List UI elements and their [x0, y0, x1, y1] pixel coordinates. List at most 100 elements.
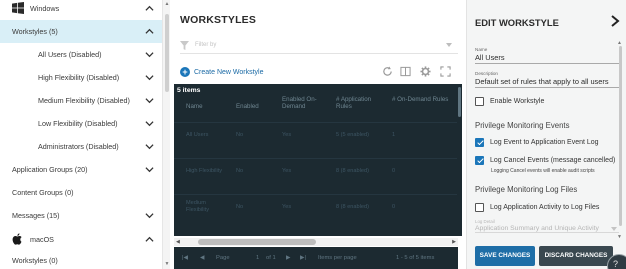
- nav-item[interactable]: High Flexibility (Disabled): [0, 66, 162, 89]
- nav-item-label: Workstyles (0): [12, 256, 58, 265]
- log-detail-value: Application Summary and Unique Activity: [475, 225, 599, 232]
- filter-icon: [180, 41, 189, 50]
- page-number-input[interactable]: 1: [256, 255, 259, 261]
- table-cell: No: [236, 132, 244, 138]
- nav-item[interactable]: Low Flexibility (Disabled): [0, 112, 162, 135]
- grid-item-count: 5 items: [177, 87, 201, 94]
- workstyles-panel: WORKSTYLES Filter by + Create New Workst…: [170, 0, 462, 269]
- log-cancel-note: Logging Cancel events will enable audit …: [491, 168, 595, 174]
- scroll-right-arrow-icon[interactable]: ▶: [452, 238, 456, 246]
- enable-workstyle-checkbox[interactable]: Enable Workstyle: [475, 95, 544, 107]
- help-icon[interactable]: ?: [607, 254, 626, 269]
- chevron-down-icon[interactable]: [145, 119, 154, 128]
- table-row[interactable]: High Flexibility No Yes 8 (8 enabled) 0: [174, 158, 458, 187]
- checkbox-checked-icon[interactable]: [475, 155, 484, 165]
- table-cell: All Users: [186, 132, 209, 138]
- nav-item-label: macOS: [30, 235, 54, 244]
- name-field-label: Name: [475, 47, 488, 52]
- columns-icon[interactable]: [400, 66, 411, 77]
- discard-changes-button[interactable]: DISCARD CHANGES: [539, 246, 613, 266]
- nav-item-label: All Users (Disabled): [38, 50, 102, 59]
- table-row[interactable]: All Users No Yes 5 (5 enabled) 1: [174, 122, 458, 151]
- edit-panel-title: EDIT WORKSTYLE: [475, 17, 559, 28]
- nav-item[interactable]: macOS: [0, 228, 162, 251]
- create-workstyle-button[interactable]: + Create New Workstyle: [180, 66, 264, 78]
- table-cell: 5 (5 enabled): [336, 132, 369, 138]
- nav-scrollbar[interactable]: ▲ ▼: [162, 0, 170, 269]
- nav-item[interactable]: Application Groups (20): [0, 158, 162, 181]
- table-row[interactable]: Medium Flexibility No Yes 8 (8 enabled) 0: [174, 194, 458, 223]
- name-field[interactable]: All Users: [475, 53, 619, 64]
- chevron-down-icon[interactable]: [145, 73, 154, 82]
- grid-vertical-scrollbar[interactable]: [457, 84, 462, 236]
- grid-header: Name Enabled Enabled On-Demand # Applicatio…: [174, 96, 458, 120]
- nav-item[interactable]: Messages (15): [0, 204, 162, 227]
- table-cell: High Flexibility: [186, 168, 223, 174]
- column-header[interactable]: Enabled On-Demand: [282, 96, 330, 110]
- log-event-checkbox[interactable]: Log Event to Application Event Log: [475, 136, 599, 148]
- log-files-checkbox[interactable]: Log Application Activity to Log Files: [475, 201, 599, 213]
- table-cell: No: [236, 204, 244, 210]
- vscroll-thumb[interactable]: [458, 87, 461, 117]
- hscroll-thumb[interactable]: [198, 239, 316, 245]
- scroll-down-arrow-icon[interactable]: ▼: [617, 234, 622, 240]
- edit-scroll-thumb[interactable]: [619, 46, 622, 226]
- privilege-monitoring-log-files-heading: Privilege Monitoring Log Files: [475, 185, 578, 194]
- nav-item-label: Application Groups (20): [12, 165, 88, 174]
- table-cell: Yes: [282, 132, 292, 138]
- chevron-down-icon[interactable]: [145, 142, 154, 151]
- table-cell: 0: [392, 204, 396, 210]
- log-cancel-checkbox[interactable]: Log Cancel Events (message cancelled): [475, 154, 615, 166]
- checkbox-icon[interactable]: [475, 96, 484, 106]
- filter-input[interactable]: Filter by: [180, 38, 458, 54]
- prev-page-icon[interactable]: ◀: [200, 255, 204, 261]
- chevron-right-icon[interactable]: [610, 15, 620, 27]
- checkbox-icon[interactable]: [475, 202, 484, 212]
- policy-tree-nav: Windows Workstyles (5) All Users (Disabled…: [0, 0, 162, 269]
- expand-icon[interactable]: [440, 66, 451, 77]
- windows-logo-icon: [12, 2, 24, 14]
- description-field[interactable]: Default set of rules that apply to all u…: [475, 77, 619, 88]
- column-header[interactable]: # On-Demand Rules: [392, 96, 452, 103]
- column-header[interactable]: Name: [186, 103, 234, 110]
- page-range: 1 - 5 of 5 items: [396, 255, 435, 261]
- page-title: WORKSTYLES: [180, 14, 257, 26]
- chevron-down-icon[interactable]: [145, 165, 154, 174]
- description-field-label: Description: [475, 71, 498, 76]
- chevron-up-icon[interactable]: [145, 4, 154, 13]
- log-cancel-label: Log Cancel Events (message cancelled): [490, 156, 616, 164]
- column-header[interactable]: # Application Rules: [336, 96, 384, 110]
- table-cell: Yes: [282, 204, 292, 210]
- first-page-icon[interactable]: |◀: [182, 255, 188, 261]
- nav-item[interactable]: Windows: [0, 0, 162, 20]
- gear-icon[interactable]: [420, 66, 431, 77]
- grid-pager: |◀ ◀ Page 1 of 1 ▶ ▶| Items per page 1 -…: [174, 247, 458, 269]
- nav-item[interactable]: Content Groups (0): [0, 181, 162, 204]
- nav-item[interactable]: All Users (Disabled): [0, 43, 162, 66]
- chevron-down-icon[interactable]: [145, 50, 154, 59]
- save-changes-button[interactable]: SAVE CHANGES: [475, 246, 535, 266]
- chevron-up-icon[interactable]: [145, 27, 154, 36]
- page-of-label: of 1: [266, 255, 276, 261]
- chevron-down-icon[interactable]: [446, 43, 452, 48]
- last-page-icon[interactable]: ▶|: [300, 255, 306, 261]
- nav-item[interactable]: Administrators (Disabled): [0, 135, 162, 158]
- create-workstyle-label: Create New Workstyle: [194, 68, 264, 76]
- log-files-label: Log Application Activity to Log Files: [490, 203, 600, 211]
- grid-horizontal-scrollbar[interactable]: ◀ ▶: [174, 238, 458, 246]
- refresh-icon[interactable]: [382, 66, 393, 77]
- log-detail-select[interactable]: Application Summary and Unique Activity: [475, 225, 619, 233]
- next-page-icon[interactable]: ▶: [286, 255, 290, 261]
- nav-item[interactable]: Workstyles (0): [0, 249, 162, 269]
- chevron-up-icon[interactable]: [145, 235, 154, 244]
- items-per-page-select[interactable]: Items per page: [318, 255, 357, 261]
- chevron-down-icon[interactable]: [145, 96, 154, 105]
- column-header[interactable]: Enabled: [236, 103, 284, 110]
- nav-scrollbar-thumb[interactable]: [165, 14, 169, 92]
- chevron-down-icon[interactable]: [145, 211, 154, 220]
- nav-item[interactable]: Medium Flexibility (Disabled): [0, 89, 162, 112]
- scroll-left-arrow-icon[interactable]: ◀: [176, 238, 180, 246]
- nav-item[interactable]: Workstyles (5): [0, 20, 162, 43]
- checkbox-checked-icon[interactable]: [475, 137, 484, 147]
- edit-panel-scrollbar[interactable]: ▲ ▼: [617, 40, 623, 242]
